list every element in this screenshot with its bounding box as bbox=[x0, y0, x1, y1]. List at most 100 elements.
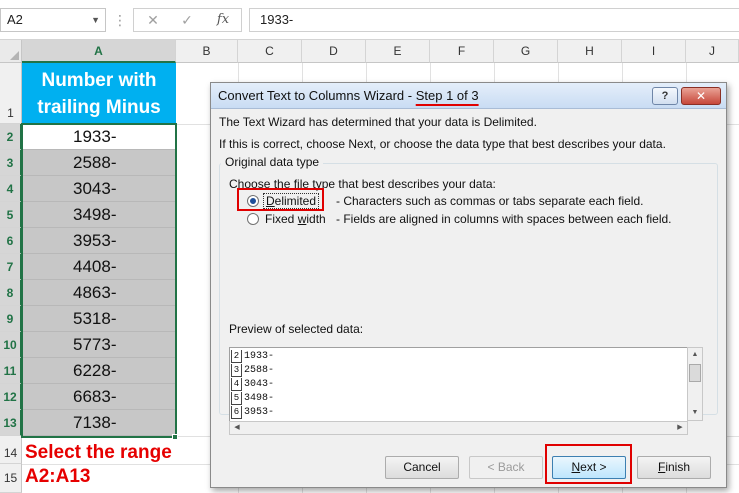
group-title: Original data type bbox=[221, 155, 324, 169]
fixed-width-radio[interactable] bbox=[247, 213, 259, 225]
cancel-icon[interactable]: ✕ bbox=[142, 11, 164, 29]
column-header-c[interactable]: C bbox=[238, 40, 302, 63]
wizard-instruction: If this is correct, choose Next, or choo… bbox=[219, 137, 666, 151]
cell-a2[interactable]: 1933- bbox=[22, 124, 176, 150]
delimited-highlight-annotation bbox=[237, 188, 324, 211]
row-header-4[interactable]: 4 bbox=[0, 176, 22, 202]
preview-box[interactable]: 2 1933- 3 2588- 4 3043- 5 3498- 6 3953- bbox=[229, 347, 688, 427]
column-header-i[interactable]: I bbox=[622, 40, 686, 63]
row-header-15[interactable]: 15 bbox=[0, 464, 22, 493]
column-header-b[interactable]: B bbox=[176, 40, 238, 63]
dialog-step-indicator: Step 1 of 3 bbox=[415, 88, 479, 103]
cell-a4[interactable]: 3043- bbox=[22, 176, 176, 202]
scroll-left-icon[interactable]: ◀ bbox=[230, 422, 244, 434]
name-box[interactable]: A2 ▼ bbox=[0, 8, 106, 32]
cell-a7[interactable]: 4408- bbox=[22, 254, 176, 280]
column-header-j[interactable]: J bbox=[686, 40, 739, 63]
preview-row-number: 4 bbox=[231, 378, 242, 391]
cell-a5[interactable]: 3498- bbox=[22, 202, 176, 228]
row-header-1[interactable]: 1 bbox=[0, 63, 22, 124]
preview-row: 5 3498- bbox=[230, 392, 687, 406]
row-header-13[interactable]: 13 bbox=[0, 410, 22, 436]
preview-row-value: 3498- bbox=[244, 393, 275, 404]
preview-row-number: 3 bbox=[231, 364, 242, 377]
instruction-line-2: A2:A13 bbox=[25, 466, 91, 487]
delimited-description: - Characters such as commas or tabs sepa… bbox=[336, 194, 644, 208]
row-header-12[interactable]: 12 bbox=[0, 384, 22, 410]
fixed-width-description: - Fields are aligned in columns with spa… bbox=[336, 212, 672, 226]
column-header-g[interactable]: G bbox=[494, 40, 558, 63]
next-highlight-annotation bbox=[545, 444, 632, 484]
preview-row: 2 1933- bbox=[230, 350, 687, 364]
convert-text-to-columns-dialog: Convert Text to Columns Wizard - Step 1 … bbox=[210, 82, 727, 488]
formula-bar-grip-icon[interactable]: ⋮ bbox=[113, 12, 127, 28]
preview-row: 4 3043- bbox=[230, 378, 687, 392]
row-header-5[interactable]: 5 bbox=[0, 202, 22, 228]
preview-label: Preview of selected data: bbox=[229, 322, 364, 336]
row-header-11[interactable]: 11 bbox=[0, 358, 22, 384]
close-button[interactable]: ✕ bbox=[681, 87, 721, 105]
insert-function-icon[interactable]: fx bbox=[212, 11, 234, 29]
preview-row-value: 1933- bbox=[244, 351, 275, 362]
column-header-e[interactable]: E bbox=[366, 40, 430, 63]
preview-horizontal-scrollbar[interactable]: ◀ ▶ bbox=[229, 421, 688, 435]
finish-label: inish bbox=[665, 460, 691, 474]
preview-row-number: 2 bbox=[231, 350, 242, 363]
preview-row: 3 2588- bbox=[230, 364, 687, 378]
scroll-up-icon[interactable]: ▲ bbox=[688, 348, 702, 362]
cell-a10[interactable]: 5773- bbox=[22, 332, 176, 358]
preview-vertical-scrollbar[interactable]: ▲ ▼ bbox=[687, 347, 703, 421]
preview-row-value: 3043- bbox=[244, 379, 275, 390]
fixed-width-label-rest: idth bbox=[306, 212, 326, 226]
row-header-3[interactable]: 3 bbox=[0, 150, 22, 176]
column-header-a[interactable]: A bbox=[22, 40, 176, 63]
finish-button[interactable]: Finish bbox=[637, 456, 711, 479]
preview-row-value: 2588- bbox=[244, 365, 275, 376]
row-header-6[interactable]: 6 bbox=[0, 228, 22, 254]
cell-a8[interactable]: 4863- bbox=[22, 280, 176, 306]
column-header-d[interactable]: D bbox=[302, 40, 366, 63]
preview-lines: 2 1933- 3 2588- 4 3043- 5 3498- 6 3953- bbox=[230, 350, 687, 420]
name-box-value: A2 bbox=[7, 12, 23, 27]
cell-a13[interactable]: 7138- bbox=[22, 410, 176, 436]
formula-input[interactable]: 1933- bbox=[249, 8, 739, 32]
row-header-2[interactable]: 2 bbox=[0, 124, 22, 150]
scroll-thumb[interactable] bbox=[689, 364, 701, 382]
cancel-button[interactable]: Cancel bbox=[385, 456, 459, 479]
scroll-right-icon[interactable]: ▶ bbox=[673, 422, 687, 434]
cell-a6[interactable]: 3953- bbox=[22, 228, 176, 254]
row-header-14[interactable]: 14 bbox=[0, 436, 22, 464]
preview-row-number: 6 bbox=[231, 406, 242, 419]
row-header-9[interactable]: 9 bbox=[0, 306, 22, 332]
preview-row-number: 5 bbox=[231, 392, 242, 405]
fixed-width-label-pre: Fixed bbox=[265, 212, 298, 226]
dialog-titlebar[interactable]: Convert Text to Columns Wizard - Step 1 … bbox=[211, 83, 726, 109]
instruction-annotation: Select the range A2:A13 bbox=[25, 441, 225, 489]
header-line-2: trailing Minus bbox=[37, 97, 161, 118]
cell-a12[interactable]: 6683- bbox=[22, 384, 176, 410]
fill-handle[interactable] bbox=[172, 434, 178, 440]
row-header-8[interactable]: 8 bbox=[0, 280, 22, 306]
wizard-message: The Text Wizard has determined that your… bbox=[219, 115, 537, 129]
formula-bar-buttons: ✕ ✓ fx bbox=[133, 8, 242, 32]
header-line-1: Number with bbox=[41, 70, 157, 91]
cell-a3[interactable]: 2588- bbox=[22, 150, 176, 176]
row-header-7[interactable]: 7 bbox=[0, 254, 22, 280]
column-header-f[interactable]: F bbox=[430, 40, 494, 63]
check-icon[interactable]: ✓ bbox=[176, 11, 198, 29]
cell-a11[interactable]: 6228- bbox=[22, 358, 176, 384]
cell-a9[interactable]: 5318- bbox=[22, 306, 176, 332]
cell-a1-header[interactable]: Number with trailing Minus bbox=[22, 63, 176, 124]
row-header-10[interactable]: 10 bbox=[0, 332, 22, 358]
fixed-width-label[interactable]: Fixed width bbox=[265, 212, 326, 226]
column-header-h[interactable]: H bbox=[558, 40, 622, 63]
dialog-title: Convert Text to Columns Wizard - Step 1 … bbox=[218, 88, 479, 103]
preview-row: 6 3953- bbox=[230, 406, 687, 420]
back-button[interactable]: < Back bbox=[469, 456, 543, 479]
dialog-title-text: Convert Text to Columns Wizard - bbox=[218, 88, 416, 103]
select-all-button[interactable] bbox=[0, 40, 22, 63]
scroll-down-icon[interactable]: ▼ bbox=[688, 406, 702, 420]
help-button[interactable]: ? bbox=[652, 87, 678, 105]
chevron-down-icon[interactable]: ▼ bbox=[91, 9, 100, 31]
formula-bar: A2 ▼ ⋮ ✕ ✓ fx 1933- bbox=[0, 0, 739, 40]
